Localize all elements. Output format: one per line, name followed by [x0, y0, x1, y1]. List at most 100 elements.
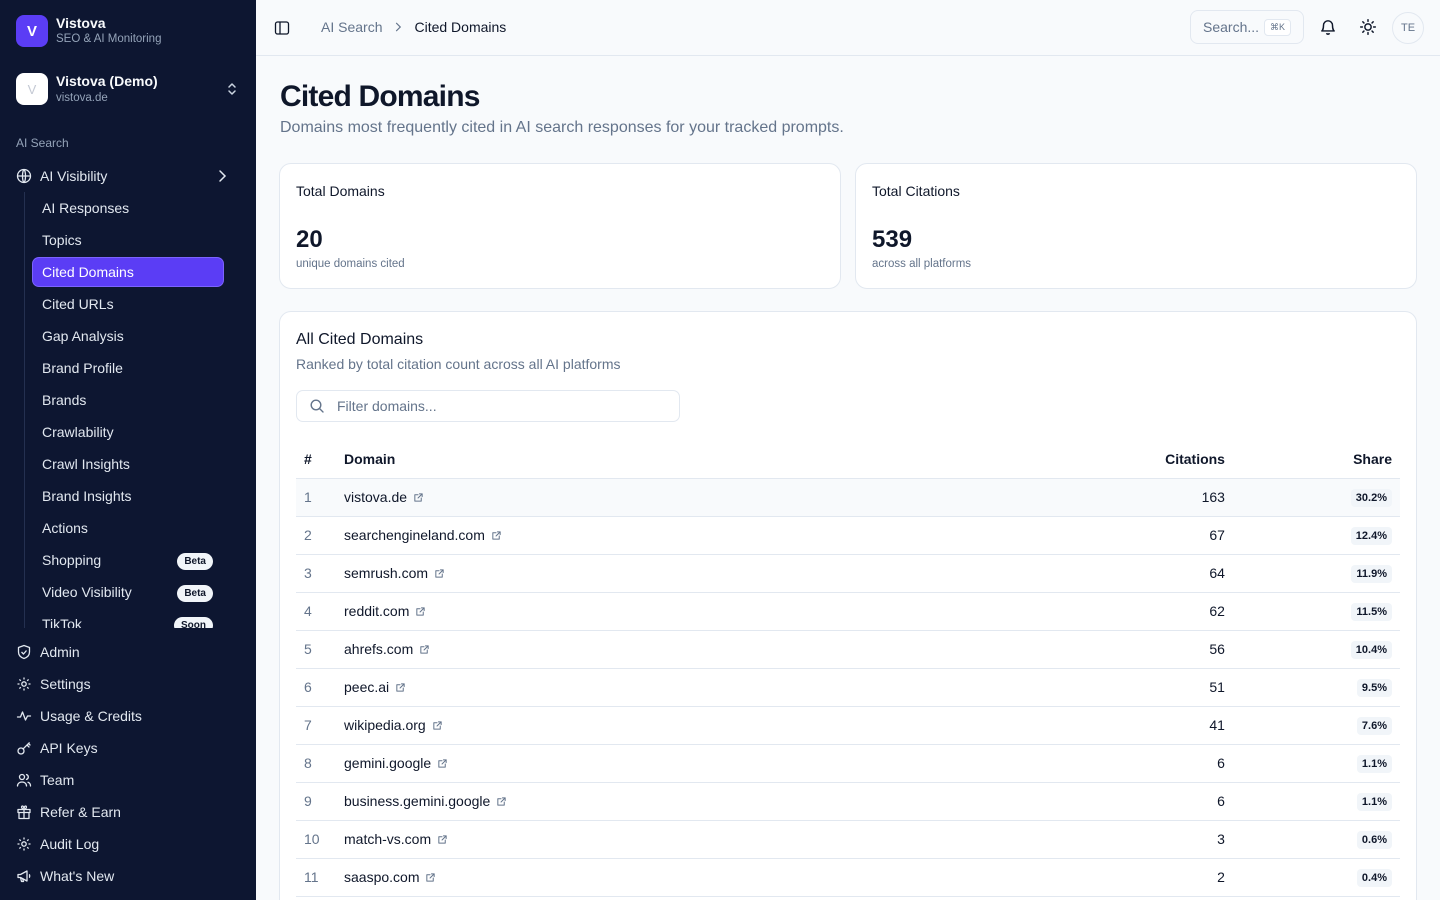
table-row[interactable]: 6 peec.ai 51 9.5% [296, 668, 1400, 707]
sidebar-item-refer-earn[interactable]: Refer & Earn [8, 798, 248, 826]
sidebar-item-label: Brand Insights [42, 488, 132, 504]
domain-link[interactable]: ahrefs.com [344, 641, 413, 657]
project-switcher[interactable]: V Vistova (Demo) vistova.de [16, 70, 240, 108]
sidebar-item-ai-responses[interactable]: AI Responses [33, 194, 223, 222]
rank-cell: 4 [296, 592, 344, 631]
sidebar-item-team[interactable]: Team [8, 766, 248, 794]
table-row[interactable]: 8 gemini.google 6 1.1% [296, 744, 1400, 783]
sidebar-item-label: Settings [40, 676, 91, 692]
table-row[interactable]: 5 ahrefs.com 56 10.4% [296, 630, 1400, 669]
rank-cell: 9 [296, 782, 344, 821]
sidebar-item-tiktok[interactable]: TikTok Soon [33, 610, 223, 628]
sidebar-item-label: Audit Log [40, 836, 100, 852]
sidebar-item-crawlability[interactable]: Crawlability [33, 418, 223, 446]
gear-icon [17, 837, 31, 851]
sidebar-toggle-icon[interactable] [274, 20, 290, 36]
external-link-icon[interactable] [432, 720, 443, 731]
share-cell: 30.2% [1224, 478, 1400, 517]
domain-link[interactable]: peec.ai [344, 679, 389, 695]
external-link-icon[interactable] [491, 530, 502, 541]
domain-link[interactable]: reddit.com [344, 603, 409, 619]
sidebar-item-label: Cited URLs [42, 296, 114, 312]
stat-label: Total Citations [872, 183, 960, 199]
share-cell: 0.4% [1224, 858, 1400, 897]
sidebar-item-video-visibility[interactable]: Video Visibility Beta [33, 578, 223, 606]
filter-domains-input[interactable] [337, 398, 657, 414]
stat-label: Total Domains [296, 183, 385, 199]
table-row[interactable]: 10 match-vs.com 3 0.6% [296, 820, 1400, 859]
table-row[interactable]: 7 wikipedia.org 41 7.6% [296, 706, 1400, 745]
sidebar-item-shopping[interactable]: Shopping Beta [33, 546, 223, 574]
sidebar-item-brand-profile[interactable]: Brand Profile [33, 354, 223, 382]
sidebar-item-audit-log[interactable]: Audit Log [8, 830, 248, 858]
domain-cell: business.gemini.google [344, 782, 925, 821]
sidebar-item-settings[interactable]: Settings [8, 670, 248, 698]
sidebar-item-brands[interactable]: Brands [33, 386, 223, 414]
brand[interactable]: V Vistova SEO & AI Monitoring [16, 15, 161, 47]
external-link-icon[interactable] [425, 872, 436, 883]
global-search-button[interactable]: Search... ⌘K [1190, 10, 1304, 44]
domain-cell: gemini.google [344, 744, 925, 783]
sidebar-item-actions[interactable]: Actions [33, 514, 223, 542]
activity-icon [16, 711, 32, 721]
domain-link[interactable]: vistova.de [344, 489, 407, 505]
stat-value: 20 [296, 226, 323, 253]
sidebar-item-ai-visibility[interactable]: AI Visibility [8, 162, 248, 190]
breadcrumb-ai-search[interactable]: AI Search [321, 19, 382, 35]
domain-link[interactable]: wikipedia.org [344, 717, 426, 733]
domain-link[interactable]: business.gemini.google [344, 793, 490, 809]
sidebar-item-label: Crawl Insights [42, 456, 130, 472]
table-row[interactable]: 4 reddit.com 62 11.5% [296, 592, 1400, 631]
external-link-icon[interactable] [419, 644, 430, 655]
sidebar-item-topics[interactable]: Topics [33, 226, 223, 254]
bell-icon[interactable] [1319, 18, 1337, 36]
external-link-icon[interactable] [395, 682, 406, 693]
column-header-domain[interactable]: Domain [344, 440, 925, 479]
sidebar-item-api-keys[interactable]: API Keys [8, 734, 248, 762]
share-badge: 12.4% [1350, 526, 1392, 545]
domain-link[interactable]: saaspo.com [344, 869, 419, 885]
external-link-icon[interactable] [434, 568, 445, 579]
external-link-icon[interactable] [415, 606, 426, 617]
user-avatar[interactable]: TE [1392, 12, 1424, 44]
sidebar-item-label: Topics [42, 232, 82, 248]
card-subtitle: Ranked by total citation count across al… [296, 356, 621, 372]
domain-link[interactable]: match-vs.com [344, 831, 431, 847]
sidebar-item-label: Video Visibility [42, 584, 132, 600]
sidebar-item-brand-insights[interactable]: Brand Insights [33, 482, 223, 510]
sidebar-item-label: AI Responses [42, 200, 130, 216]
beta-badge: Beta [177, 585, 213, 602]
sidebar-item-cited-domains[interactable]: Cited Domains [33, 258, 223, 286]
citations-cell: 3 [924, 820, 1225, 859]
external-link-icon[interactable] [437, 758, 448, 769]
sidebar-item-gap-analysis[interactable]: Gap Analysis [33, 322, 223, 350]
sidebar-item-cited-urls[interactable]: Cited URLs [33, 290, 223, 318]
table-row[interactable]: 1 vistova.de 163 30.2% [296, 478, 1400, 517]
column-header-share[interactable]: Share [1224, 440, 1400, 479]
table-row[interactable]: 9 business.gemini.google 6 1.1% [296, 782, 1400, 821]
external-link-icon[interactable] [413, 492, 424, 503]
column-header-rank[interactable]: # [296, 440, 344, 479]
external-link-icon[interactable] [496, 796, 507, 807]
sun-icon[interactable] [1359, 18, 1377, 36]
external-link-icon[interactable] [437, 834, 448, 845]
domain-link[interactable]: searchengineland.com [344, 527, 485, 543]
rank-cell: 10 [296, 820, 344, 859]
domain-cell: reddit.com [344, 592, 925, 631]
sidebar-item-crawl-insights[interactable]: Crawl Insights [33, 450, 223, 478]
sidebar: V Vistova SEO & AI Monitoring V Vistova … [0, 0, 256, 900]
sidebar-item-usage-credits[interactable]: Usage & Credits [8, 702, 248, 730]
table-row[interactable]: 2 searchengineland.com 67 12.4% [296, 516, 1400, 555]
domain-cell: ahrefs.com [344, 630, 925, 669]
chevron-right-icon [392, 21, 404, 33]
share-cell: 11.5% [1224, 592, 1400, 631]
page-subtitle: Domains most frequently cited in AI sear… [280, 119, 844, 136]
domain-link[interactable]: gemini.google [344, 755, 431, 771]
table-row[interactable]: 3 semrush.com 64 11.9% [296, 554, 1400, 593]
sidebar-item-whats-new[interactable]: What's New [8, 862, 248, 890]
stat-note: across all platforms [872, 258, 972, 270]
domain-link[interactable]: semrush.com [344, 565, 428, 581]
table-row[interactable]: 11 saaspo.com 2 0.4% [296, 858, 1400, 897]
column-header-citations[interactable]: Citations [924, 440, 1225, 479]
sidebar-item-admin[interactable]: Admin [8, 638, 248, 666]
